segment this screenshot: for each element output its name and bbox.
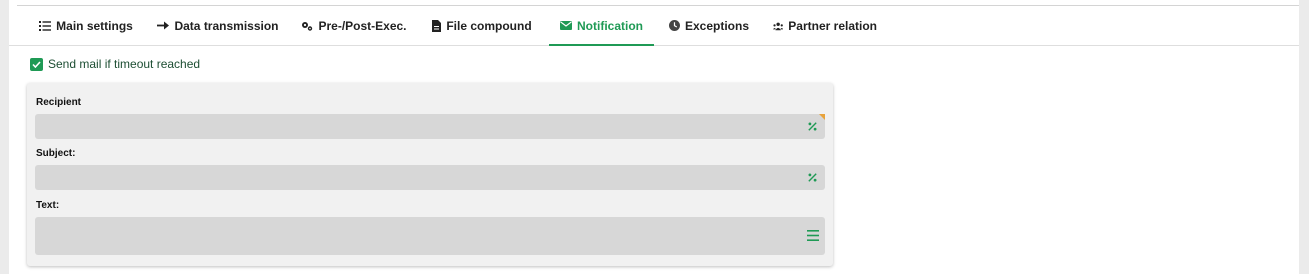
percent-variable-icon[interactable] — [808, 173, 817, 182]
notification-page: Main settings Data transmission Pre-/Pos… — [9, 0, 1299, 274]
text-label: Text: — [36, 200, 60, 211]
file-icon — [432, 19, 442, 32]
tab-exceptions[interactable]: Exceptions — [669, 6, 749, 45]
send-mail-checkbox[interactable] — [30, 57, 43, 71]
checkmark-icon — [32, 60, 41, 68]
tab-file-compound[interactable]: File compound — [431, 6, 533, 45]
subject-input[interactable] — [35, 165, 825, 190]
tab-label: Data transmission — [174, 18, 279, 33]
tab-label: File compound — [446, 18, 532, 33]
required-field-marker — [819, 114, 825, 120]
notification-form-panel: Recipient Subject: Text: — [27, 83, 833, 266]
tab-bar: Main settings Data transmission Pre-/Pos… — [9, 6, 1299, 46]
clock-icon — [669, 20, 680, 31]
tab-main-settings[interactable]: Main settings — [31, 6, 141, 45]
tab-label: Partner relation — [788, 18, 877, 33]
menu-lines-icon[interactable] — [807, 230, 819, 241]
arrow-right-icon — [157, 21, 170, 30]
text-textarea[interactable] — [35, 217, 825, 255]
gears-icon — [302, 21, 313, 31]
envelope-icon — [560, 21, 572, 30]
list-icon — [39, 20, 52, 31]
tab-notification[interactable]: Notification — [549, 6, 654, 46]
recipient-input[interactable] — [35, 114, 825, 139]
tab-pre-post-exec[interactable]: Pre-/Post-Exec. — [297, 6, 411, 45]
send-mail-label: Send mail if timeout reached — [48, 57, 201, 71]
send-mail-checkbox-row[interactable]: Send mail if timeout reached — [30, 57, 200, 71]
tab-partner-relation[interactable]: Partner relation — [773, 6, 877, 45]
tab-label: Pre-/Post-Exec. — [318, 18, 407, 33]
partners-icon — [773, 22, 784, 30]
tab-label: Exceptions — [684, 18, 749, 33]
subject-label: Subject: — [36, 148, 76, 159]
percent-variable-icon[interactable] — [808, 122, 817, 131]
tab-label: Main settings — [56, 18, 133, 33]
tab-data-transmission[interactable]: Data transmission — [155, 6, 281, 45]
recipient-label: Recipient — [36, 97, 82, 108]
tab-label: Notification — [577, 18, 643, 33]
